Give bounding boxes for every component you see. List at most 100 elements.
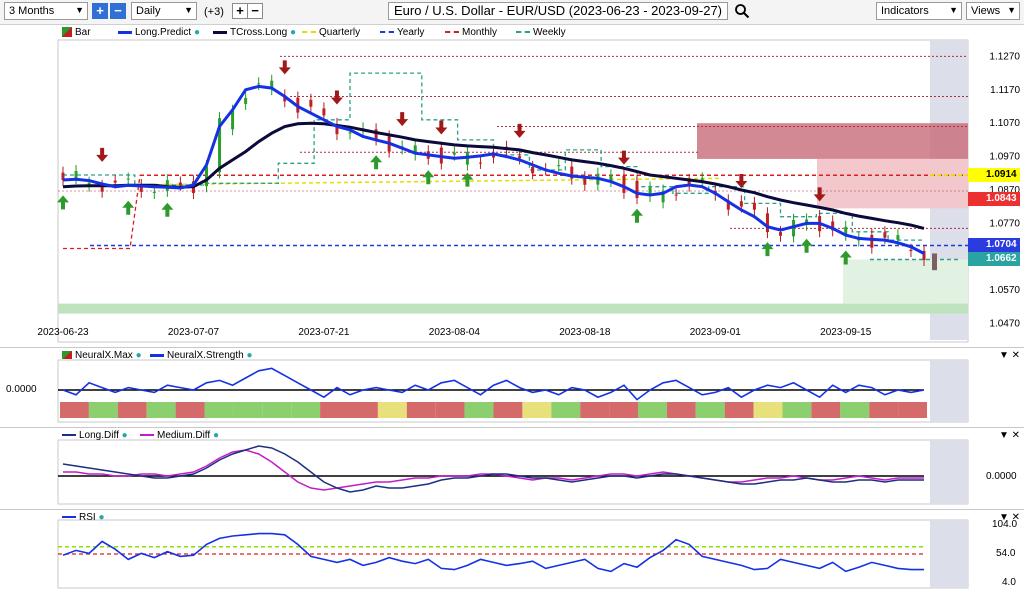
neuralx-max-bar [175,402,205,418]
symbol-title-field[interactable]: Euro / U.S. Dollar - EUR/USD (2023-06-23… [388,2,728,20]
forecast-zone [930,360,968,422]
neuralx-max-bar [377,402,407,418]
chevron-down-icon: ▼ [949,5,958,15]
rsi-legend: RSI ● [0,510,940,526]
price-chart[interactable]: 1.12701.11701.10701.09701.08701.07701.06… [0,25,1024,345]
neuralx-max-bar [320,402,349,418]
quarterly-line [119,177,721,186]
neuralx-max-bar [406,402,436,418]
remove-offset-button[interactable]: − [247,3,263,19]
toolbar: 3 Months ▼ + − Daily ▼ (+3) + − Euro / U… [0,0,1024,25]
price-tag: 1.0914 [968,168,1020,183]
y-tick-label: 1.0470 [989,319,1020,330]
last-bar-marker [932,253,937,271]
y-tick-label: 1.0970 [989,152,1020,163]
price-tag: 1.0662 [968,252,1020,267]
candle-body [531,166,535,174]
price-panel: 1.12701.11701.10701.09701.08701.07701.06… [0,25,1024,345]
range-value: 3 Months [9,5,55,17]
neuralx-max-bar [204,402,234,418]
neuralx-max-bar [88,402,118,418]
candle-body [739,201,743,207]
rsi-tick-bottom: 4.0 [1002,577,1016,588]
neuralx-zero-label: 0.0000 [6,384,37,395]
neuralx-max-bar [580,402,610,418]
legend-monthly: Monthly [445,27,497,38]
neuralx-max-bar [811,402,841,418]
candle-body [348,132,352,134]
sell-arrow-icon [396,112,409,127]
series-rsi [62,532,924,573]
candle-body [779,232,782,236]
range-select[interactable]: 3 Months ▼ [4,2,88,20]
legend-weekly: Weekly [516,27,566,38]
candle-body [322,108,326,116]
neuralx-max-bar [695,402,725,418]
candle-body [452,152,456,155]
neuralx-max-bar [60,402,89,418]
neuralx-max-bar [464,402,494,418]
legend-long-predict: Long.Predict ● [118,27,200,38]
views-select[interactable]: Views ▼ [966,2,1020,20]
x-tick-label: 2023-07-07 [168,327,220,338]
legend-neuralx-max: NeuralX.Max ● [62,350,142,361]
views-label: Views [971,5,1001,17]
resistance-zone [697,123,968,159]
panel-close-icon[interactable]: ▼ ✕ [999,350,1020,361]
diff-zero-label: 0.0000 [986,471,1017,482]
panel-close-icon[interactable]: ▼ ✕ [999,430,1020,441]
candle-body [126,178,130,180]
candle-body [113,180,117,183]
candle-body [152,191,156,193]
support-zone [58,303,968,314]
y-tick-label: 1.0770 [989,218,1020,229]
zoom-in-button[interactable]: + [92,3,108,19]
interval-select[interactable]: Daily ▼ [131,2,197,20]
series-long-diff [62,445,924,493]
zoom-out-button[interactable]: − [110,3,126,19]
series-medium-diff [63,449,924,491]
candle-body [309,99,313,107]
x-tick-label: 2023-06-23 [37,327,89,338]
neuralx-legend: NeuralX.Max ● NeuralX.Strength ● [0,348,940,364]
indicators-select[interactable]: Indicators ▼ [876,2,962,20]
rsi-tick-mid: 54.0 [996,548,1016,559]
forecast-zone [930,520,968,588]
candle-body [74,171,78,179]
y-tick-label: 1.1170 [990,85,1020,96]
neuralx-max-bar [638,402,667,418]
legend-long-diff: Long.Diff ● [62,430,128,441]
x-tick-label: 2023-09-15 [820,327,872,338]
neuralx-max-bar [609,402,638,418]
candle-body [178,182,182,185]
buy-arrow-icon [370,155,383,170]
sell-arrow-icon [330,90,343,105]
legend-yearly: Yearly [380,27,424,38]
legend-tcross-long: TCross.Long ● [213,27,296,38]
neuralx-panel: NeuralX.Max ● NeuralX.Strength ● ▼ ✕ 0.0… [0,347,1024,426]
neuralx-max-bar [898,402,927,418]
candle-body [870,234,874,248]
rsi-tick-top: 104.0 [992,519,1018,530]
y-tick-label: 1.0570 [989,285,1020,296]
price-tag: 1.0704 [968,238,1020,253]
x-tick-label: 2023-08-04 [429,327,481,338]
buy-arrow-icon [122,200,135,215]
rsi-panel: RSI ● ▼ ✕ 104.0 54.0 4.0 [0,509,1024,590]
chevron-down-icon: ▼ [1007,5,1016,15]
neuralx-max-bar [291,402,321,418]
legend-medium-diff: Medium.Diff ● [140,430,219,441]
price-tag: 1.0843 [968,192,1020,207]
legend-neuralx-strength: NeuralX.Strength ● [150,350,253,361]
neuralx-max-bar [349,402,378,418]
buy-arrow-icon [761,242,774,257]
add-offset-button[interactable]: + [232,3,248,19]
neuralx-max-bar [435,402,465,418]
search-icon[interactable] [734,3,750,19]
support-zone-light [843,259,968,304]
candle-body [909,249,913,252]
y-tick-label: 1.1070 [989,118,1020,129]
neuralx-max-bar [753,402,783,418]
diff-legend: Long.Diff ● Medium.Diff ● [0,428,940,444]
series-neuralx-strength [62,367,925,401]
